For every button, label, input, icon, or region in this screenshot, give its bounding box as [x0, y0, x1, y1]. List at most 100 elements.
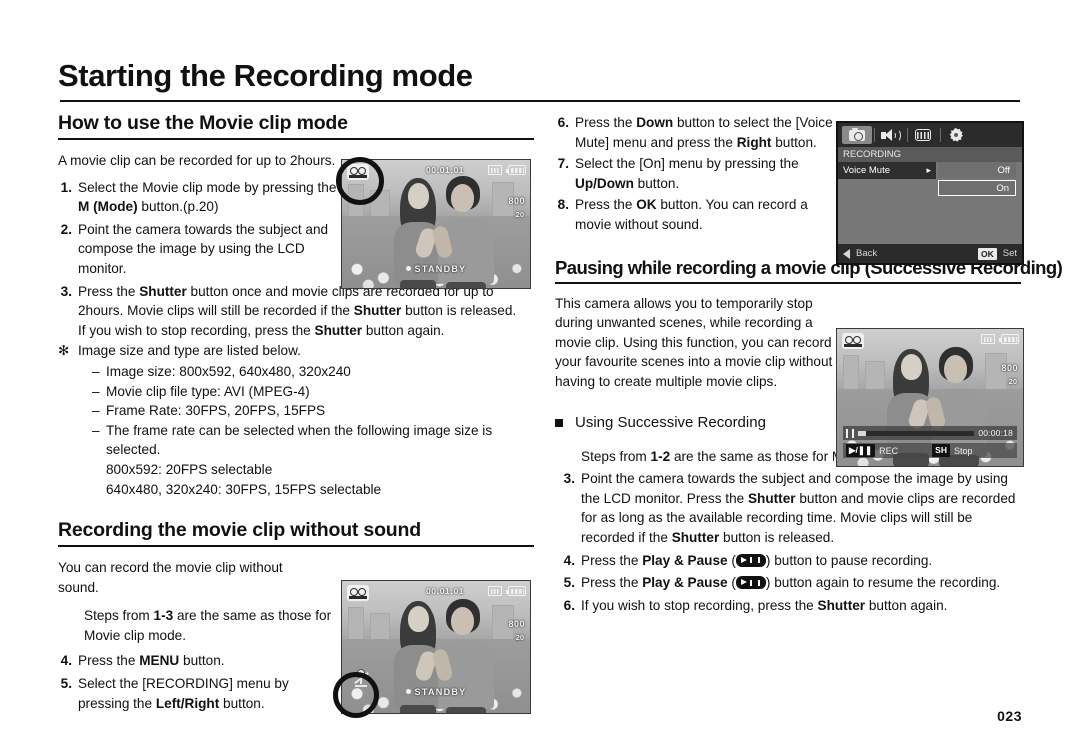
step-number: 1.	[60, 179, 72, 195]
play-pause-icon[interactable]: ▶/❚❚	[846, 444, 876, 457]
lcd-resolution-label: 800	[1001, 363, 1018, 373]
shutter-bold-3: Shutter	[314, 322, 363, 338]
battery-icon	[506, 586, 526, 596]
section-heading-without-sound: Recording the movie clip without sound	[58, 519, 534, 548]
steps-note: Steps from 1-3 are the same as those for…	[84, 606, 339, 645]
tab-recording[interactable]	[842, 126, 875, 144]
step-tail: button.	[179, 653, 225, 669]
list-item: – The frame rate can be selected when the…	[92, 421, 536, 460]
lcd-status-text: STANDBY	[414, 264, 467, 274]
updown-button-bold: Up/Down	[575, 175, 634, 191]
ok-button-bold: OK	[636, 197, 657, 213]
title-divider	[60, 100, 1020, 102]
step-text: Press the Shutter button once and movie …	[78, 282, 536, 341]
battery-icon	[999, 334, 1019, 344]
dash-marker: –	[92, 383, 100, 399]
step-text: Point the camera towards the subject and…	[78, 221, 329, 276]
tab-setup[interactable]	[941, 126, 971, 144]
shutter-bold-2: Shutter	[671, 529, 720, 545]
recording-control-bar: ▶/❚❚ REC SH Stop	[843, 443, 1017, 458]
scene-building	[843, 355, 859, 391]
step-number: 3.	[60, 283, 72, 299]
steps-note-range: 1-3	[153, 608, 174, 624]
lcd-fps-label: 20	[515, 210, 524, 219]
step-lead: Press the	[78, 653, 140, 669]
step-text: Select the [On] menu by pressing the Up/…	[575, 154, 835, 193]
step-tail: button to pause recording.	[770, 552, 933, 568]
shutter-bold-2: Shutter	[353, 303, 402, 319]
shutter-bold: Shutter	[747, 490, 796, 506]
step-lead: Press the	[575, 115, 637, 130]
list-item: – Movie clip file type: AVI (MPEG-4)	[92, 382, 536, 402]
lcd-resolution-label: 800	[508, 196, 525, 206]
camera-menu-screenshot: RECORDING Voice Mute ▸ Off On Back OK Se…	[836, 121, 1024, 265]
step-number: 4.	[60, 653, 72, 669]
menu-option-label: Off	[997, 164, 1011, 176]
play-pause-bold-2: Play & Pause	[642, 575, 728, 591]
stop-label: Stop	[953, 445, 973, 456]
list-item: 3. Point the camera towards the subject …	[561, 469, 1023, 547]
menu-row-voice-mute[interactable]: Voice Mute ▸	[838, 162, 936, 179]
step-number: 5.	[60, 676, 72, 692]
step-lead: Press the	[575, 197, 637, 213]
list-item: – Frame Rate: 30FPS, 20FPS, 15FPS	[92, 401, 536, 421]
lcd-recordable-time: 00:01:01	[426, 586, 465, 596]
menu-row-label: Voice Mute	[843, 165, 890, 176]
step-text-lead: Select the Movie clip mode by pressing t…	[78, 179, 337, 195]
ok-key-badge[interactable]: OK	[977, 247, 997, 260]
square-bullet-icon	[555, 412, 575, 434]
step-tail: button is released.	[719, 529, 835, 545]
tab-sound[interactable]	[875, 126, 908, 144]
shutter-bold-3: Shutter	[817, 597, 866, 613]
menu-option-on[interactable]: On	[938, 180, 1016, 196]
chevron-right-icon: ▸	[926, 165, 931, 175]
menu-footer: Back OK Set	[838, 244, 1022, 263]
lcd-recordable-time: 00:01:01	[426, 165, 465, 175]
menu-option-off[interactable]: Off	[938, 162, 1016, 178]
step-tail: button.	[771, 134, 817, 150]
movie-mode-icon	[347, 585, 369, 601]
step3-second-end: button again.	[362, 322, 445, 338]
lcd-preview-successive-recording: 800 20 00:00:18 ▶/❚❚ REC SH Stop	[836, 328, 1024, 467]
dash-marker: –	[92, 363, 100, 379]
shutter-key-badge[interactable]: SH	[932, 444, 950, 457]
step-text: Press the MENU button.	[78, 651, 323, 671]
step-lead: Press the	[581, 575, 643, 591]
step-text-tail: button.(p.20)	[137, 199, 219, 215]
spec-subline: 800x592: 20FPS selectable	[106, 461, 273, 477]
menu-button-bold: MENU	[139, 653, 180, 669]
spec-subline: 640x480, 320x240: 30FPS, 15FPS selectabl…	[106, 481, 382, 497]
tab-display[interactable]	[908, 126, 941, 144]
step-lead: If you wish to stop recording, press the	[581, 597, 818, 613]
sound-icon	[881, 128, 901, 142]
play-pause-icon	[735, 576, 766, 590]
scene-building	[348, 607, 364, 643]
step-text: Press the Play & Pause () button to paus…	[581, 552, 933, 568]
rec-label: REC	[879, 445, 899, 456]
asterisk-icon: ✻	[58, 343, 70, 359]
step-number: 4.	[563, 552, 575, 568]
paragraph-successive-recording: This camera allows you to temporarily st…	[555, 295, 833, 389]
step-tail: button again.	[865, 597, 948, 613]
manual-page: Starting the Recording mode How to use t…	[0, 0, 1080, 754]
dash-marker: –	[92, 403, 100, 419]
section-heading-movie-clip-mode: How to use the Movie clip mode	[58, 112, 534, 140]
menu-tab-bar	[838, 123, 1022, 147]
spec-list: – Image size: 800x592, 640x480, 320x240 –…	[92, 362, 536, 499]
step-number: 5.	[563, 575, 575, 591]
movie-mode-icon	[842, 333, 864, 349]
spec-text: The frame rate can be selected when the …	[106, 422, 493, 458]
camera-icon	[849, 127, 865, 141]
list-item: 8. Press the OK button. You can record a…	[555, 195, 840, 234]
status-dot-icon	[405, 266, 411, 271]
recording-progress-bar: 00:00:18	[843, 426, 1017, 440]
list-item: 2. Point the camera towards the subject …	[58, 220, 348, 279]
list-item: 3. Press the Shutter button once and mov…	[58, 282, 536, 341]
leftright-button-bold: Left/Right	[155, 695, 220, 711]
callout-circle-movie-mode-icon	[336, 157, 384, 205]
list-item: 7. Select the [On] menu by pressing the …	[555, 154, 835, 193]
step-number: 2.	[60, 221, 72, 237]
lcd-resolution-label: 800	[508, 619, 525, 629]
note-text: Image size and type are listed below.	[78, 343, 301, 359]
steps-note-range: 1-2	[650, 448, 671, 464]
